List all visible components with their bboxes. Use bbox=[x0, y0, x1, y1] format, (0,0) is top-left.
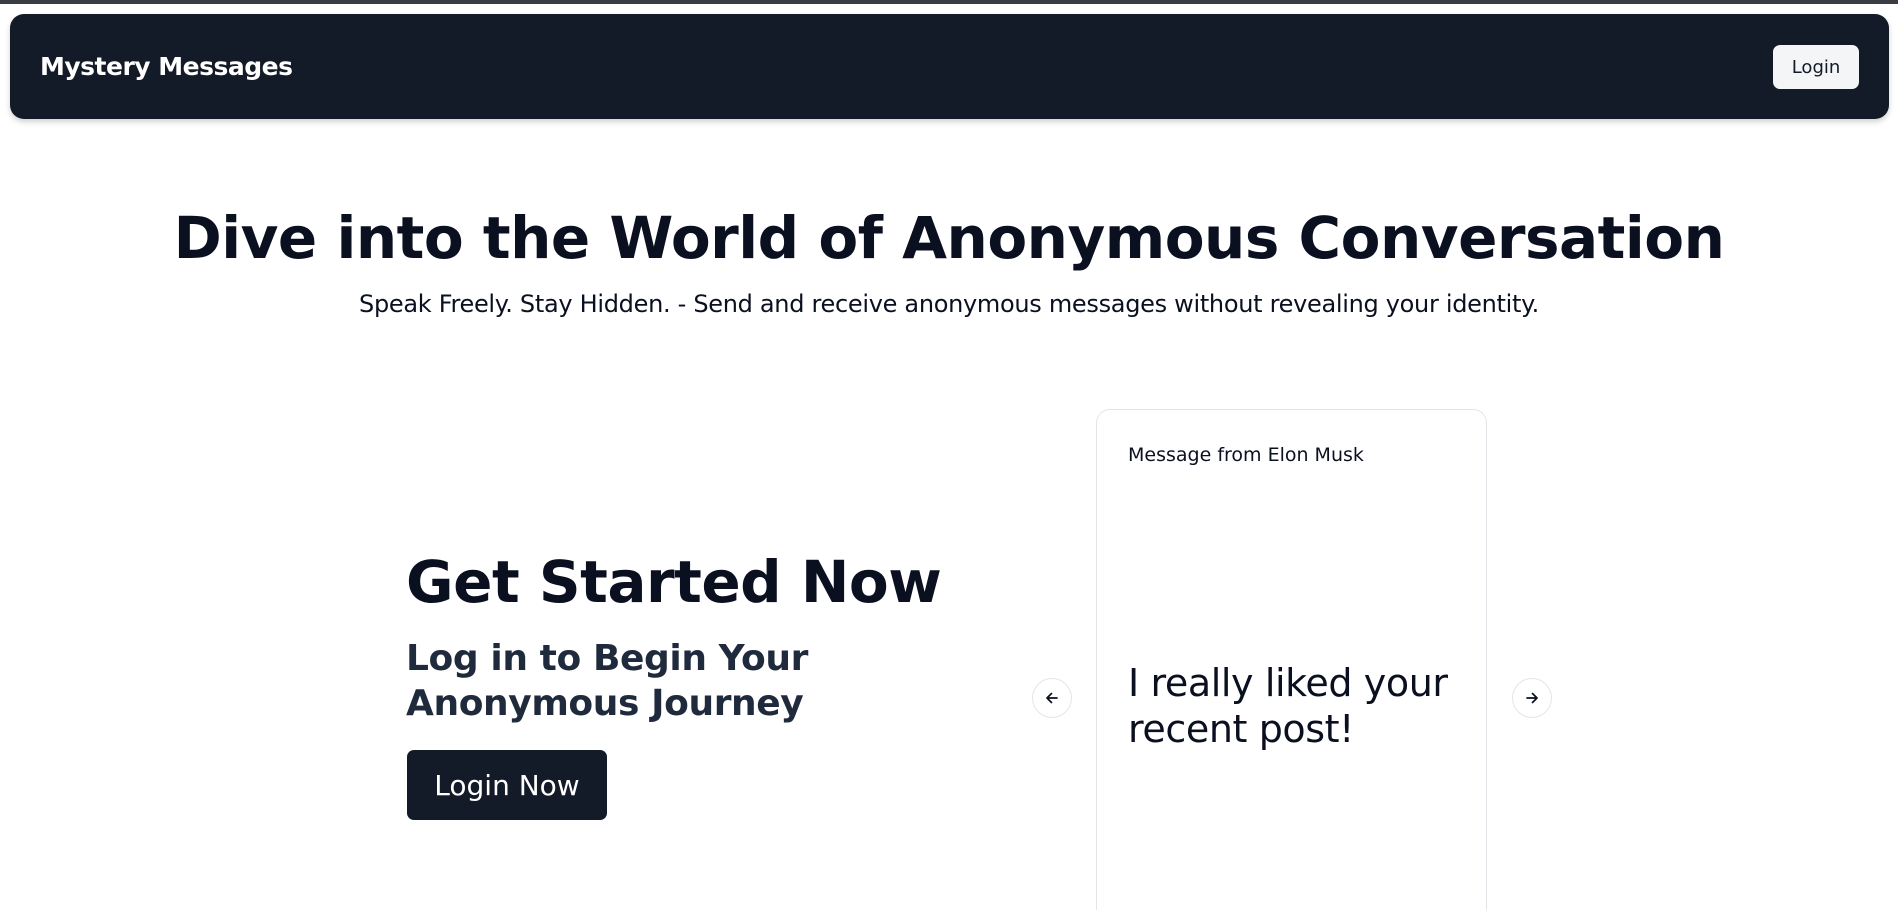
hero-subtitle: Speak Freely. Stay Hidden. - Send and re… bbox=[359, 290, 1539, 318]
arrow-left-icon bbox=[1046, 692, 1058, 704]
cta-title: Get Started Now bbox=[406, 548, 942, 616]
login-now-button[interactable]: Login Now bbox=[407, 750, 607, 820]
arrow-right-icon bbox=[1526, 692, 1538, 704]
message-header: Message from Elon Musk bbox=[1128, 444, 1364, 466]
cta-subtitle: Log in to Begin Your Anonymous Journey bbox=[406, 638, 808, 724]
carousel-next-button[interactable] bbox=[1512, 678, 1552, 718]
carousel-prev-button[interactable] bbox=[1032, 678, 1072, 718]
login-button[interactable]: Login bbox=[1773, 45, 1859, 89]
navbar: Mystery Messages Login bbox=[10, 14, 1889, 119]
brand-title[interactable]: Mystery Messages bbox=[40, 52, 293, 81]
message-card: Message from Elon Musk I really liked yo… bbox=[1096, 409, 1487, 910]
window-top-border bbox=[0, 0, 1898, 4]
message-body: I really liked your recent post! bbox=[1128, 661, 1448, 751]
hero-title: Dive into the World of Anonymous Convers… bbox=[173, 204, 1725, 272]
